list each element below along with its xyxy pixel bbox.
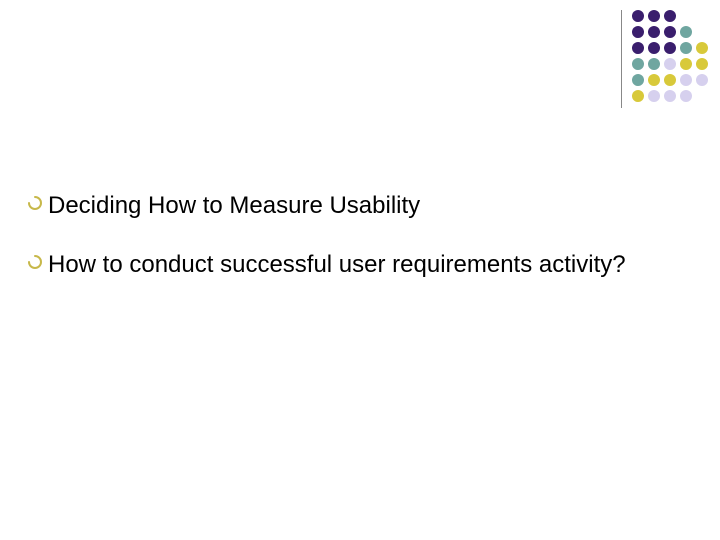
- dot: [632, 42, 644, 54]
- dot: [664, 90, 676, 102]
- bullet-text: How to conduct successful user requireme…: [48, 249, 626, 280]
- dot: [680, 74, 692, 86]
- dot: [696, 42, 708, 54]
- list-item: How to conduct successful user requireme…: [28, 249, 680, 280]
- vertical-divider: [621, 10, 622, 108]
- slide-body: Deciding How to Measure Usability How to…: [28, 190, 680, 308]
- dot: [648, 90, 660, 102]
- bullet-text: Deciding How to Measure Usability: [48, 190, 420, 221]
- dot: [632, 90, 644, 102]
- dot-grid-icon: [632, 10, 710, 104]
- list-item: Deciding How to Measure Usability: [28, 190, 680, 221]
- dot: [632, 58, 644, 70]
- dot: [648, 10, 660, 22]
- dot: [680, 58, 692, 70]
- dot: [648, 26, 660, 38]
- dot: [664, 26, 676, 38]
- dot: [680, 90, 692, 102]
- dot: [632, 10, 644, 22]
- dot: [696, 58, 708, 70]
- dot: [664, 42, 676, 54]
- dot: [696, 74, 708, 86]
- dot: [680, 26, 692, 38]
- bullet-arc-icon: [28, 255, 42, 269]
- dot: [664, 10, 676, 22]
- dot: [648, 58, 660, 70]
- bullet-arc-icon: [28, 196, 42, 210]
- dot: [648, 74, 660, 86]
- corner-decoration: [621, 10, 710, 108]
- dot: [664, 58, 676, 70]
- dot: [664, 74, 676, 86]
- dot: [680, 42, 692, 54]
- dot: [648, 42, 660, 54]
- dot: [632, 74, 644, 86]
- dot: [632, 26, 644, 38]
